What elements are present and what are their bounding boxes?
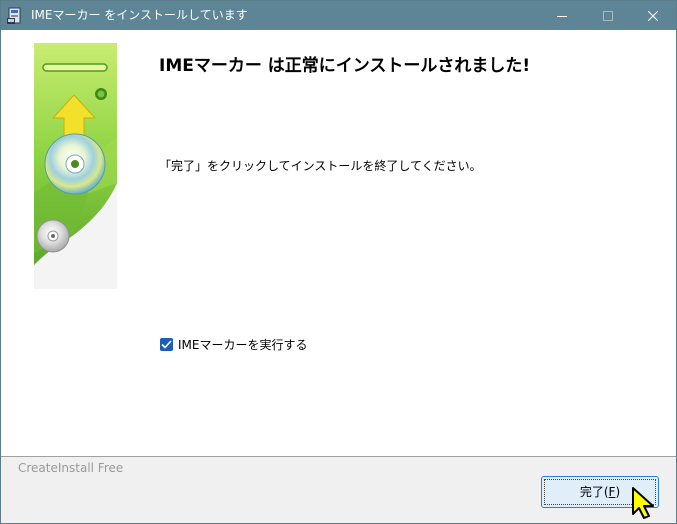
brand-label: CreateInstall Free (18, 461, 124, 475)
footer-divider (1, 456, 676, 457)
content-area: IMEマーカー は正常にインストールされました! 「完了」をクリックしてインスト… (1, 30, 676, 456)
minimize-icon (557, 16, 567, 17)
close-icon (648, 11, 658, 21)
maximize-button[interactable] (585, 1, 631, 30)
instruction-text: 「完了」をクリックしてインストールを終了してください。 (159, 159, 482, 173)
heading-bold-part: IME (159, 56, 194, 76)
window-title: IMEマーカー をインストールしています (31, 8, 248, 22)
minimize-button[interactable] (539, 1, 585, 30)
checkbox-checked-icon[interactable] (160, 338, 173, 351)
completion-heading: IMEマーカー は正常にインストールされました! (159, 55, 530, 77)
heading-rest-part: マーカー は正常にインストールされました! (193, 56, 531, 76)
mouse-pointer-icon (632, 487, 654, 519)
checkmark-icon (161, 340, 172, 349)
maximize-icon (603, 11, 613, 21)
installer-window: IMEマーカー をインストールしています IMEマーカー は正常にインストールさ… (0, 0, 677, 524)
finish-label: 完了( (579, 485, 609, 499)
installer-app-icon (7, 7, 21, 24)
checkbox-label[interactable]: IMEマーカーを実行する (178, 337, 307, 353)
title-bar[interactable]: IMEマーカー をインストールしています (1, 1, 676, 30)
finish-label-end: ) (615, 485, 621, 499)
close-button[interactable] (630, 1, 676, 30)
install-cd-graphic (34, 43, 117, 289)
